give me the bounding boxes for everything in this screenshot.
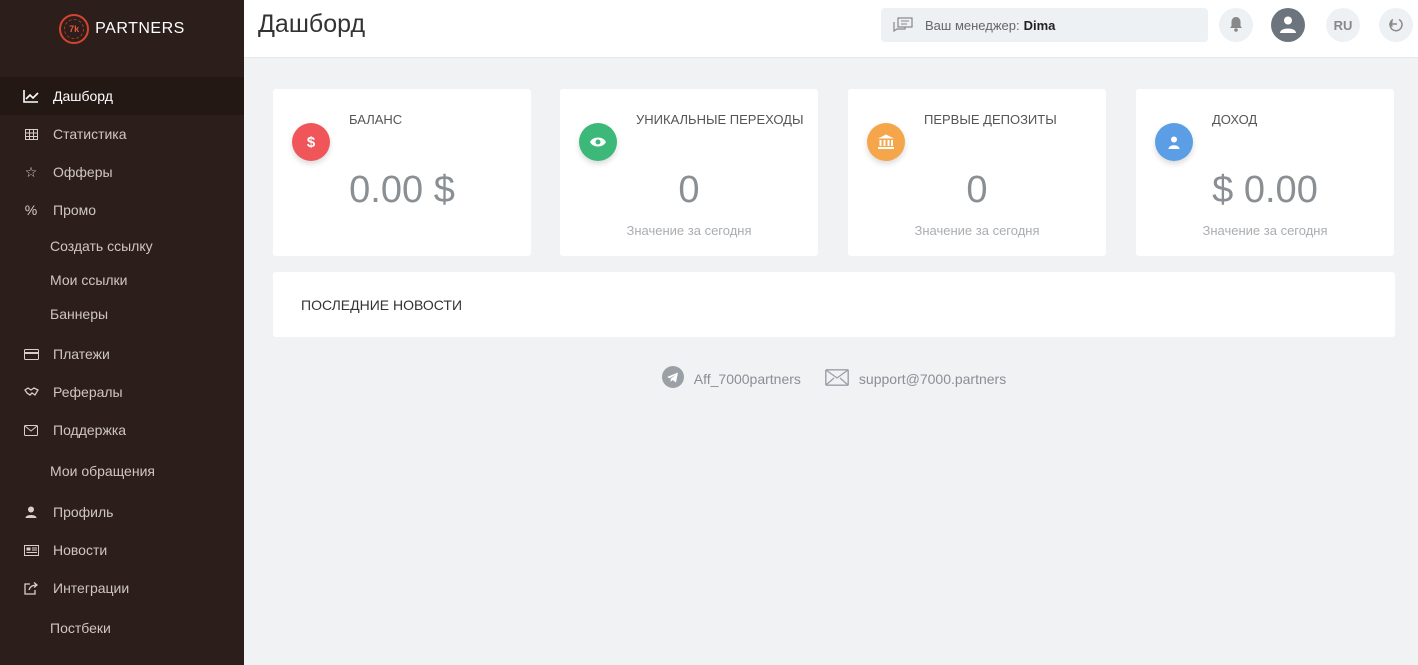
sidebar-item-label: Баннеры xyxy=(50,306,109,322)
card-title: Баланс xyxy=(349,112,403,127)
credit-card-icon xyxy=(22,346,40,362)
handshake-icon xyxy=(22,384,40,400)
user-icon xyxy=(22,504,40,520)
sidebar-item-promo[interactable]: % Промо xyxy=(0,191,244,229)
logo-mark-icon: 7k xyxy=(59,14,90,44)
sidebar-item-label: Рефералы xyxy=(53,384,123,400)
card-title: Первые депозиты xyxy=(924,112,1057,127)
manager-label: Ваш менеджер: xyxy=(925,17,1020,33)
sidebar-item-label: Интеграции xyxy=(53,580,130,596)
sidebar-subitem-my-links[interactable]: Мои ссылки xyxy=(0,263,244,297)
card-title: Уникальные переходы xyxy=(636,112,804,127)
sidebar-item-statistics[interactable]: Статистика xyxy=(0,115,244,153)
news-title: ПОСЛЕДНИЕ НОВОСТИ xyxy=(301,296,463,313)
sidebar-item-label: Дашборд xyxy=(53,88,113,104)
sidebar-item-label: Новости xyxy=(53,542,108,558)
sidebar-item-label: Промо xyxy=(53,202,97,218)
logo[interactable]: 7k PARTNERS xyxy=(0,0,244,58)
email-contact[interactable]: support@7000.partners xyxy=(825,368,1007,389)
telegram-icon xyxy=(661,366,684,391)
envelope-icon xyxy=(825,368,849,389)
sidebar-item-label: Статистика xyxy=(53,126,127,142)
logo-text: PARTNERS xyxy=(95,20,185,37)
income-card: Доход $ 0.00 Значение за сегодня xyxy=(1136,89,1394,256)
language-button[interactable]: RU xyxy=(1326,8,1360,42)
sidebar-item-referrals[interactable]: Рефералы xyxy=(0,373,244,411)
percent-icon: % xyxy=(24,202,38,218)
newspaper-icon xyxy=(22,542,40,558)
sidebar-item-support[interactable]: Поддержка xyxy=(0,411,244,449)
sidebar-item-dashboard[interactable]: Дашборд xyxy=(0,77,244,115)
telegram-handle: Aff_7000partners xyxy=(693,370,801,387)
logout-button[interactable] xyxy=(1379,8,1413,42)
chart-line-icon xyxy=(22,88,40,104)
sidebar-item-profile[interactable]: Профиль xyxy=(0,493,244,531)
manager-name: Dima xyxy=(1023,17,1056,33)
sidebar-item-payments[interactable]: Платежи xyxy=(0,335,244,373)
sidebar: 7k PARTNERS Дашборд Статистика ☆ Офферы … xyxy=(0,0,244,665)
card-title: Доход xyxy=(1212,112,1258,127)
sidebar-item-label: Мои ссылки xyxy=(50,272,128,288)
table-icon xyxy=(22,126,40,142)
chat-icon xyxy=(893,16,915,34)
avatar-icon xyxy=(1279,15,1297,36)
balance-card: $ Баланс 0.00 $ xyxy=(273,89,531,256)
topbar: Дашборд Ваш менеджер: Dima RU xyxy=(244,0,1418,58)
card-subtitle: Значение за сегодня xyxy=(626,223,752,238)
page-title: Дашборд xyxy=(258,10,366,38)
dollar-icon: $ xyxy=(292,123,330,161)
sidebar-item-label: Профиль xyxy=(53,504,114,520)
sidebar-item-integrations[interactable]: Интеграции xyxy=(0,569,244,607)
card-value: 0.00 $ xyxy=(349,169,455,211)
star-icon: ☆ xyxy=(24,163,38,180)
telegram-contact[interactable]: Aff_7000partners xyxy=(661,366,801,391)
language-label: RU xyxy=(1333,17,1353,33)
user-icon xyxy=(1155,123,1193,161)
sidebar-subitem-my-tickets[interactable]: Мои обращения xyxy=(0,449,244,493)
share-icon xyxy=(22,580,40,596)
sidebar-subitem-create-link[interactable]: Создать ссылку xyxy=(0,229,244,263)
envelope-icon xyxy=(22,422,40,438)
contacts: Aff_7000partners support@7000.partners xyxy=(273,366,1395,391)
logout-icon xyxy=(1388,16,1404,35)
notifications-button[interactable] xyxy=(1219,8,1253,42)
card-value: 0 xyxy=(678,169,700,211)
sidebar-item-offers[interactable]: ☆ Офферы xyxy=(0,153,244,191)
sidebar-item-label: Платежи xyxy=(53,346,110,362)
sidebar-nav: Дашборд Статистика ☆ Офферы % Промо Созд… xyxy=(0,77,244,649)
latest-news-panel: ПОСЛЕДНИЕ НОВОСТИ xyxy=(273,272,1395,337)
support-email: support@7000.partners xyxy=(858,370,1007,387)
sidebar-item-label: Офферы xyxy=(53,164,113,180)
profile-avatar-button[interactable] xyxy=(1271,8,1305,42)
sidebar-item-label: Постбеки xyxy=(50,620,111,636)
bell-icon xyxy=(1229,16,1243,35)
card-value: $ 0.00 xyxy=(1212,169,1318,211)
sidebar-item-label: Создать ссылку xyxy=(50,238,153,254)
manager-info[interactable]: Ваш менеджер: Dima xyxy=(881,8,1208,42)
eye-icon xyxy=(579,123,617,161)
sidebar-item-label: Поддержка xyxy=(53,422,127,438)
sidebar-subitem-banners[interactable]: Баннеры xyxy=(0,297,244,331)
sidebar-subitem-postbacks[interactable]: Постбеки xyxy=(0,607,244,649)
unique-clicks-card: Уникальные переходы 0 Значение за сегодн… xyxy=(560,89,818,256)
sidebar-item-news[interactable]: Новости xyxy=(0,531,244,569)
card-subtitle: Значение за сегодня xyxy=(914,223,1040,238)
card-value: 0 xyxy=(966,169,988,211)
card-subtitle: Значение за сегодня xyxy=(1202,223,1328,238)
sidebar-item-label: Мои обращения xyxy=(50,463,155,479)
bank-icon xyxy=(867,123,905,161)
first-deposits-card: Первые депозиты 0 Значение за сегодня xyxy=(848,89,1106,256)
